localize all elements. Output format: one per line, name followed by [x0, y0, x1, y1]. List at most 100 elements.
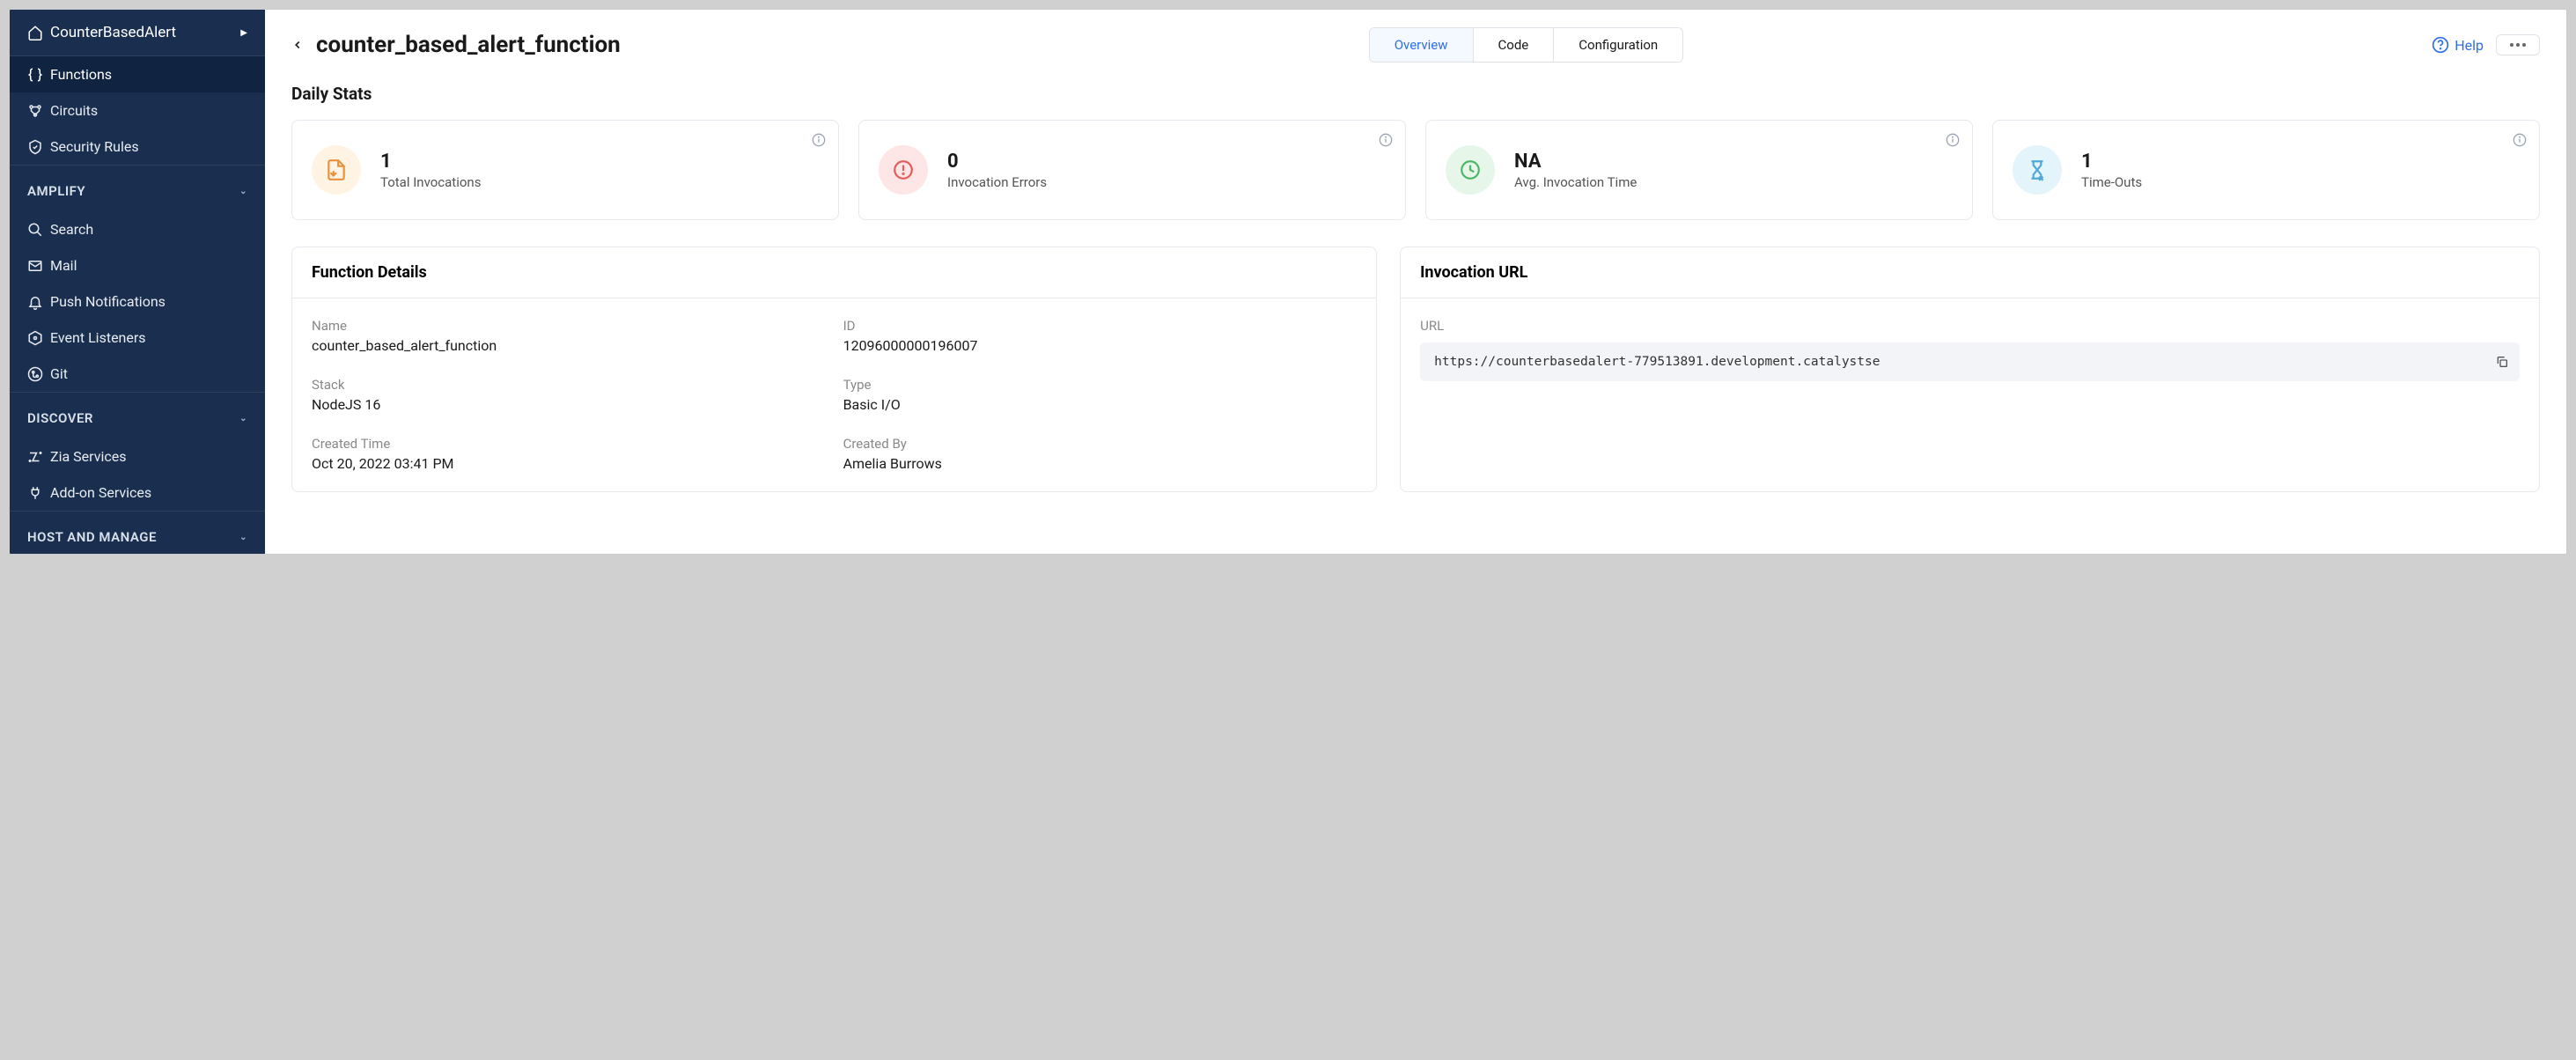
detail-value: Basic I/O [843, 396, 1358, 413]
detail-label: Created Time [312, 436, 826, 452]
git-icon [27, 366, 43, 382]
info-icon[interactable] [812, 133, 826, 147]
url-label: URL [1420, 318, 2520, 334]
help-label: Help [2455, 37, 2484, 54]
errors-icon [879, 145, 928, 195]
invocation-url-panel: Invocation URL URL https://counterbaseda… [1400, 247, 2540, 492]
section-title: HOST AND MANAGE [27, 529, 157, 545]
braces-icon [27, 67, 43, 83]
stat-value: 0 [947, 151, 1047, 173]
sidebar-item-push-notifications[interactable]: Push Notifications [10, 283, 265, 320]
detail-label: Name [312, 318, 826, 334]
help-link[interactable]: Help [2432, 36, 2484, 54]
detail-label: Created By [843, 436, 1358, 452]
project-selector[interactable]: CounterBasedAlert ▶ [10, 10, 265, 56]
detail-value: Amelia Burrows [843, 455, 1358, 472]
sidebar-item-label: Git [50, 365, 68, 382]
main-content: counter_based_alert_function Overview Co… [265, 10, 2566, 554]
title-group: counter_based_alert_function [291, 32, 621, 58]
hourglass-icon [2013, 145, 2062, 195]
chevron-down-icon: ⌄ [239, 187, 247, 196]
shield-icon [27, 139, 43, 155]
app-frame: CounterBasedAlert ▶ Functions Circuits S… [9, 9, 2567, 555]
stat-card-invocations: 1 Total Invocations [291, 120, 839, 220]
hexagon-icon [27, 330, 43, 346]
sidebar-item-event-listeners[interactable]: Event Listeners [10, 320, 265, 356]
help-icon [2432, 36, 2449, 54]
section-header-host-manage[interactable]: HOST AND MANAGE ⌄ [10, 512, 265, 554]
tab-overview[interactable]: Overview [1370, 28, 1474, 62]
panel-title: Function Details [292, 247, 1376, 298]
url-value: https://counterbasedalert-779513891.deve… [1434, 355, 1880, 369]
stat-value: 1 [380, 151, 481, 173]
more-menu-button[interactable] [2496, 34, 2540, 55]
info-icon[interactable] [1946, 133, 1960, 147]
tab-code[interactable]: Code [1474, 28, 1555, 62]
stat-label: Avg. Invocation Time [1514, 174, 1637, 190]
stat-value: 1 [2081, 151, 2142, 173]
stat-label: Time-Outs [2081, 174, 2142, 190]
invocations-icon [312, 145, 361, 195]
panels: Function Details Name counter_based_aler… [291, 247, 2540, 492]
zia-icon [27, 449, 43, 465]
sidebar-item-label: Event Listeners [50, 329, 146, 346]
section-header-discover[interactable]: DISCOVER ⌄ [10, 393, 265, 438]
stat-card-errors: 0 Invocation Errors [858, 120, 1406, 220]
sidebar-item-label: Circuits [50, 102, 98, 119]
sidebar-item-label: Mail [50, 257, 77, 274]
page-header: counter_based_alert_function Overview Co… [291, 27, 2540, 63]
sidebar-item-functions[interactable]: Functions [10, 56, 265, 92]
daily-stats-title: Daily Stats [291, 84, 2540, 104]
stat-label: Invocation Errors [947, 174, 1047, 190]
section-title: AMPLIFY [27, 183, 85, 199]
stat-value: NA [1514, 151, 1637, 173]
tabs: Overview Code Configuration [1369, 27, 1684, 63]
details-grid: Name counter_based_alert_function ID 120… [312, 318, 1357, 472]
section-title: DISCOVER [27, 410, 93, 426]
tab-configuration[interactable]: Configuration [1554, 28, 1682, 62]
sidebar-item-addon-services[interactable]: Add-on Services [10, 475, 265, 511]
detail-value: 12096000000196007 [843, 337, 1358, 354]
sidebar-item-circuits[interactable]: Circuits [10, 92, 265, 129]
sidebar-item-label: Functions [50, 66, 112, 83]
stat-label: Total Invocations [380, 174, 481, 190]
sidebar-item-label: Search [50, 221, 93, 238]
more-icon [2509, 42, 2527, 48]
url-box: https://counterbasedalert-779513891.deve… [1420, 342, 2520, 381]
section-header-amplify[interactable]: AMPLIFY ⌄ [10, 166, 265, 211]
copy-icon [2495, 355, 2509, 369]
page-title: counter_based_alert_function [316, 32, 621, 58]
sidebar-item-label: Security Rules [50, 138, 139, 155]
sidebar-item-label: Zia Services [50, 448, 126, 465]
bell-icon [27, 294, 43, 310]
sidebar-item-label: Add-on Services [50, 484, 151, 501]
panel-title: Invocation URL [1401, 247, 2539, 298]
info-icon[interactable] [2513, 133, 2527, 147]
clock-icon [1446, 145, 1495, 195]
copy-button[interactable] [2495, 355, 2509, 369]
info-icon[interactable] [1379, 133, 1393, 147]
search-icon [27, 222, 43, 238]
project-name: CounterBasedAlert [50, 24, 176, 41]
sidebar-item-search[interactable]: Search [10, 211, 265, 247]
circuits-icon [27, 103, 43, 119]
detail-value: NodeJS 16 [312, 396, 826, 413]
back-button[interactable] [291, 39, 304, 51]
sidebar-item-git[interactable]: Git [10, 356, 265, 392]
home-icon [27, 25, 43, 40]
plug-icon [27, 485, 43, 501]
stat-card-timeouts: 1 Time-Outs [1992, 120, 2540, 220]
mail-icon [27, 258, 43, 274]
sidebar-item-mail[interactable]: Mail [10, 247, 265, 283]
chevron-down-icon: ⌄ [239, 533, 247, 542]
stats-row: 1 Total Invocations 0 Invocation Errors [291, 120, 2540, 220]
detail-label: Type [843, 377, 1358, 393]
detail-label: ID [843, 318, 1358, 334]
detail-value: Oct 20, 2022 03:41 PM [312, 455, 826, 472]
sidebar-item-zia-services[interactable]: Zia Services [10, 438, 265, 475]
header-actions: Help [2432, 34, 2540, 55]
detail-label: Stack [312, 377, 826, 393]
chevron-right-icon: ▶ [240, 28, 247, 38]
sidebar-item-security-rules[interactable]: Security Rules [10, 129, 265, 165]
sidebar-item-label: Push Notifications [50, 293, 166, 310]
